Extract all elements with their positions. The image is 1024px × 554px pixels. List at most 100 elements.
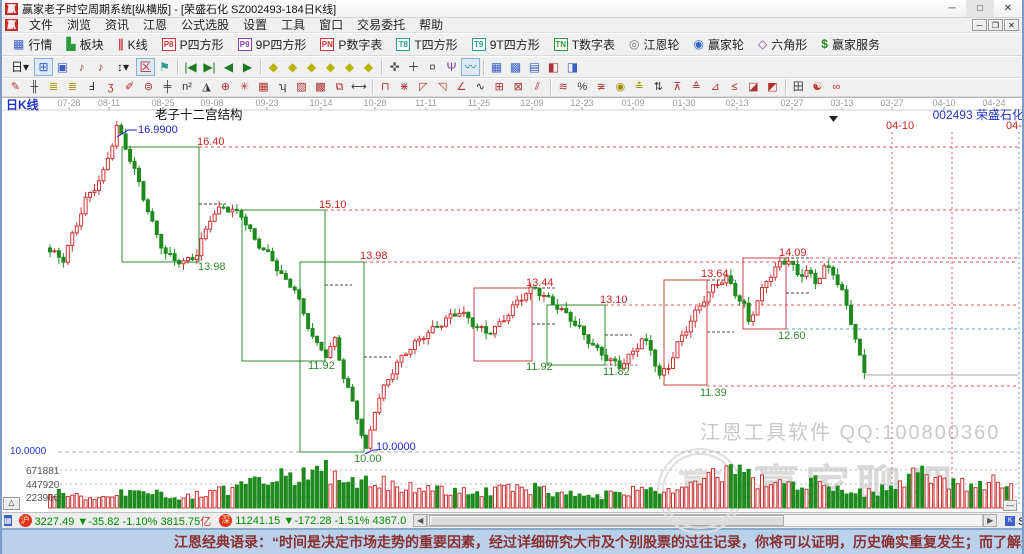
pitchfork-icon[interactable]: Ψ	[442, 58, 461, 76]
marker-icon[interactable]: ✐	[120, 79, 139, 95]
mdi-minimize-button[interactable]: ─	[972, 19, 987, 31]
menu-item-9[interactable]: 帮助	[412, 18, 450, 33]
h-span-icon[interactable]: ⟷	[349, 79, 369, 95]
gold-table2-icon[interactable]: ≣	[63, 79, 82, 95]
angle-icon[interactable]: ◮	[197, 79, 216, 95]
export-icon[interactable]: ◨	[563, 58, 582, 76]
calendar-icon[interactable]: ▦	[487, 58, 506, 76]
sectors-button[interactable]: ▙ 板块	[59, 34, 110, 54]
volume-toggle-button[interactable]: △	[3, 497, 20, 510]
fan-lines-icon[interactable]: ⋇	[395, 79, 414, 95]
cycle-circle-icon[interactable]: ⊜	[139, 79, 158, 95]
winner-service-button[interactable]: $ 赢家服务	[814, 34, 887, 54]
f-tool-icon[interactable]: Ⅎ	[82, 79, 101, 95]
star-lines-icon[interactable]: ✳	[235, 79, 254, 95]
layout-icon[interactable]: ⊞	[34, 57, 53, 76]
half-box2-icon[interactable]: ◩	[763, 79, 782, 95]
estimate-icon[interactable]: ≙	[687, 79, 706, 95]
menu-item-5[interactable]: 设置	[236, 18, 274, 33]
sine-wave-icon[interactable]: ∿	[471, 79, 490, 95]
t-square-button[interactable]: T8 T四方形	[389, 34, 464, 54]
chart-area[interactable]: 江恩工具软件 QQ:100800360 赢 赢家聊吧 07-2808-1108-…	[2, 97, 1022, 534]
menu-item-8[interactable]: 交易委托	[350, 18, 412, 33]
maximize-button[interactable]: □	[966, 0, 994, 17]
menu-item-7[interactable]: 窗口	[312, 18, 350, 33]
scroll-left-button[interactable]: ◀	[413, 514, 428, 527]
flag-icon[interactable]: ⚑	[155, 58, 174, 76]
updown-icon[interactable]: ⇅	[649, 79, 668, 95]
overlap-box-icon[interactable]: ⧉	[330, 79, 349, 95]
gann-wheel-button[interactable]: ◎ 江恩轮	[622, 34, 687, 54]
square-number-icon[interactable]: n²	[177, 79, 197, 95]
winner-wheel-button[interactable]: ◉ 赢家轮	[687, 34, 752, 54]
angle-line-icon[interactable]: ∠	[452, 79, 471, 95]
arc-tool-icon[interactable]: ʒ	[101, 79, 120, 95]
gold-circle-icon[interactable]: ◉	[611, 79, 630, 95]
infinity-icon[interactable]: ∞	[827, 79, 846, 95]
window-icon[interactable]: ▣	[53, 58, 72, 76]
report-icon[interactable]: ▤	[525, 58, 544, 76]
scroll-right-button[interactable]: ▶	[983, 514, 998, 527]
menu-item-3[interactable]: 江恩	[136, 18, 174, 33]
diamond-tool-icon[interactable]: ◆	[302, 58, 321, 76]
t-number-table-button[interactable]: TN T数字表	[547, 34, 622, 54]
mini-chart2-icon[interactable]: ♪	[91, 58, 110, 76]
hatch-box-icon[interactable]: ▨	[292, 79, 311, 95]
zoom-icon[interactable]: ¤	[423, 58, 442, 76]
first-screen-icon[interactable]: |◀	[181, 58, 200, 76]
waves-icon[interactable]: ≋	[554, 79, 573, 95]
minimize-button[interactable]: ─	[938, 0, 966, 17]
p-square-button[interactable]: P8 P四方形	[155, 34, 231, 54]
last-screen-icon[interactable]: ▶|	[200, 58, 219, 76]
hexagon-button[interactable]: ◇ 六角形	[751, 34, 814, 54]
half-box-icon[interactable]: ◪	[744, 79, 763, 95]
grid-plus-icon[interactable]: ⊞	[490, 79, 509, 95]
parallel-lines-icon[interactable]: ⫽	[528, 79, 547, 95]
diamond-tool-icon[interactable]: ◆	[283, 58, 302, 76]
p-number-table-button[interactable]: PN P数字表	[313, 34, 389, 54]
mdi-close-button[interactable]: ✕	[1004, 19, 1019, 31]
line-tool-icon[interactable]: 〰	[461, 57, 480, 76]
diamond-tool-icon[interactable]: ◆	[321, 58, 340, 76]
crosshair-icon[interactable]: ＋	[404, 58, 423, 76]
gann-grid-icon[interactable]: ╫	[25, 79, 44, 95]
shenzhen-index-icon[interactable]: 深	[219, 514, 233, 527]
diamond-tool-icon[interactable]: ◆	[359, 58, 378, 76]
dense-grid-icon[interactable]: ▩	[311, 79, 330, 95]
calculator-icon[interactable]: ▩	[506, 58, 525, 76]
volume-minimize-button[interactable]: —	[1003, 500, 1017, 511]
price-grid-icon[interactable]: ▦	[254, 79, 273, 95]
tri-right-icon[interactable]: ◹	[433, 79, 452, 95]
region-icon[interactable]: 区	[136, 57, 155, 76]
pan-hand-icon[interactable]: ✜	[385, 58, 404, 76]
next-bar-icon[interactable]: ▶	[238, 58, 257, 76]
9p-square-button[interactable]: P9 9P四方形	[231, 34, 314, 54]
menu-item-1[interactable]: 浏览	[60, 18, 98, 33]
mdi-restore-button[interactable]: ❐	[988, 19, 1003, 31]
quotes-button[interactable]: ▦ 行情	[6, 34, 59, 54]
tri-left-icon[interactable]: ◸	[414, 79, 433, 95]
menu-item-4[interactable]: 公式选股	[174, 18, 236, 33]
period-day-selector[interactable]: 日▾	[6, 58, 34, 76]
diamond-tool-icon[interactable]: ◆	[264, 58, 283, 76]
gold-table-icon[interactable]: ≣	[44, 79, 63, 95]
menu-item-0[interactable]: 文件	[22, 18, 60, 33]
mini-chart-icon[interactable]: ♪	[72, 58, 91, 76]
percent-icon[interactable]: %	[573, 79, 592, 95]
nine-grid-icon[interactable]: 田	[789, 79, 808, 95]
ruler-icon[interactable]: ╪	[158, 79, 177, 95]
prev-bar-icon[interactable]: ◀	[219, 58, 238, 76]
scale-selector[interactable]: ↕▾	[110, 58, 136, 76]
diamond-tool-icon[interactable]: ◆	[340, 58, 359, 76]
calculator-statusbar-icon[interactable]: ▦	[4, 515, 12, 526]
box-top-icon[interactable]: ⊓	[376, 79, 395, 95]
menu-item-2[interactable]: 资讯	[98, 18, 136, 33]
shanghai-index-icon[interactable]: 沪	[18, 514, 32, 527]
pen-icon[interactable]: ✎	[6, 79, 25, 95]
grid-x-icon[interactable]: ⊠	[509, 79, 528, 95]
taiji-icon[interactable]: ☯	[808, 79, 827, 95]
close-button[interactable]: ✕	[994, 0, 1022, 17]
save-icon[interactable]: ◧	[544, 58, 563, 76]
top-bottom-icon[interactable]: ⊼	[668, 79, 687, 95]
menu-item-6[interactable]: 工具	[274, 18, 312, 33]
